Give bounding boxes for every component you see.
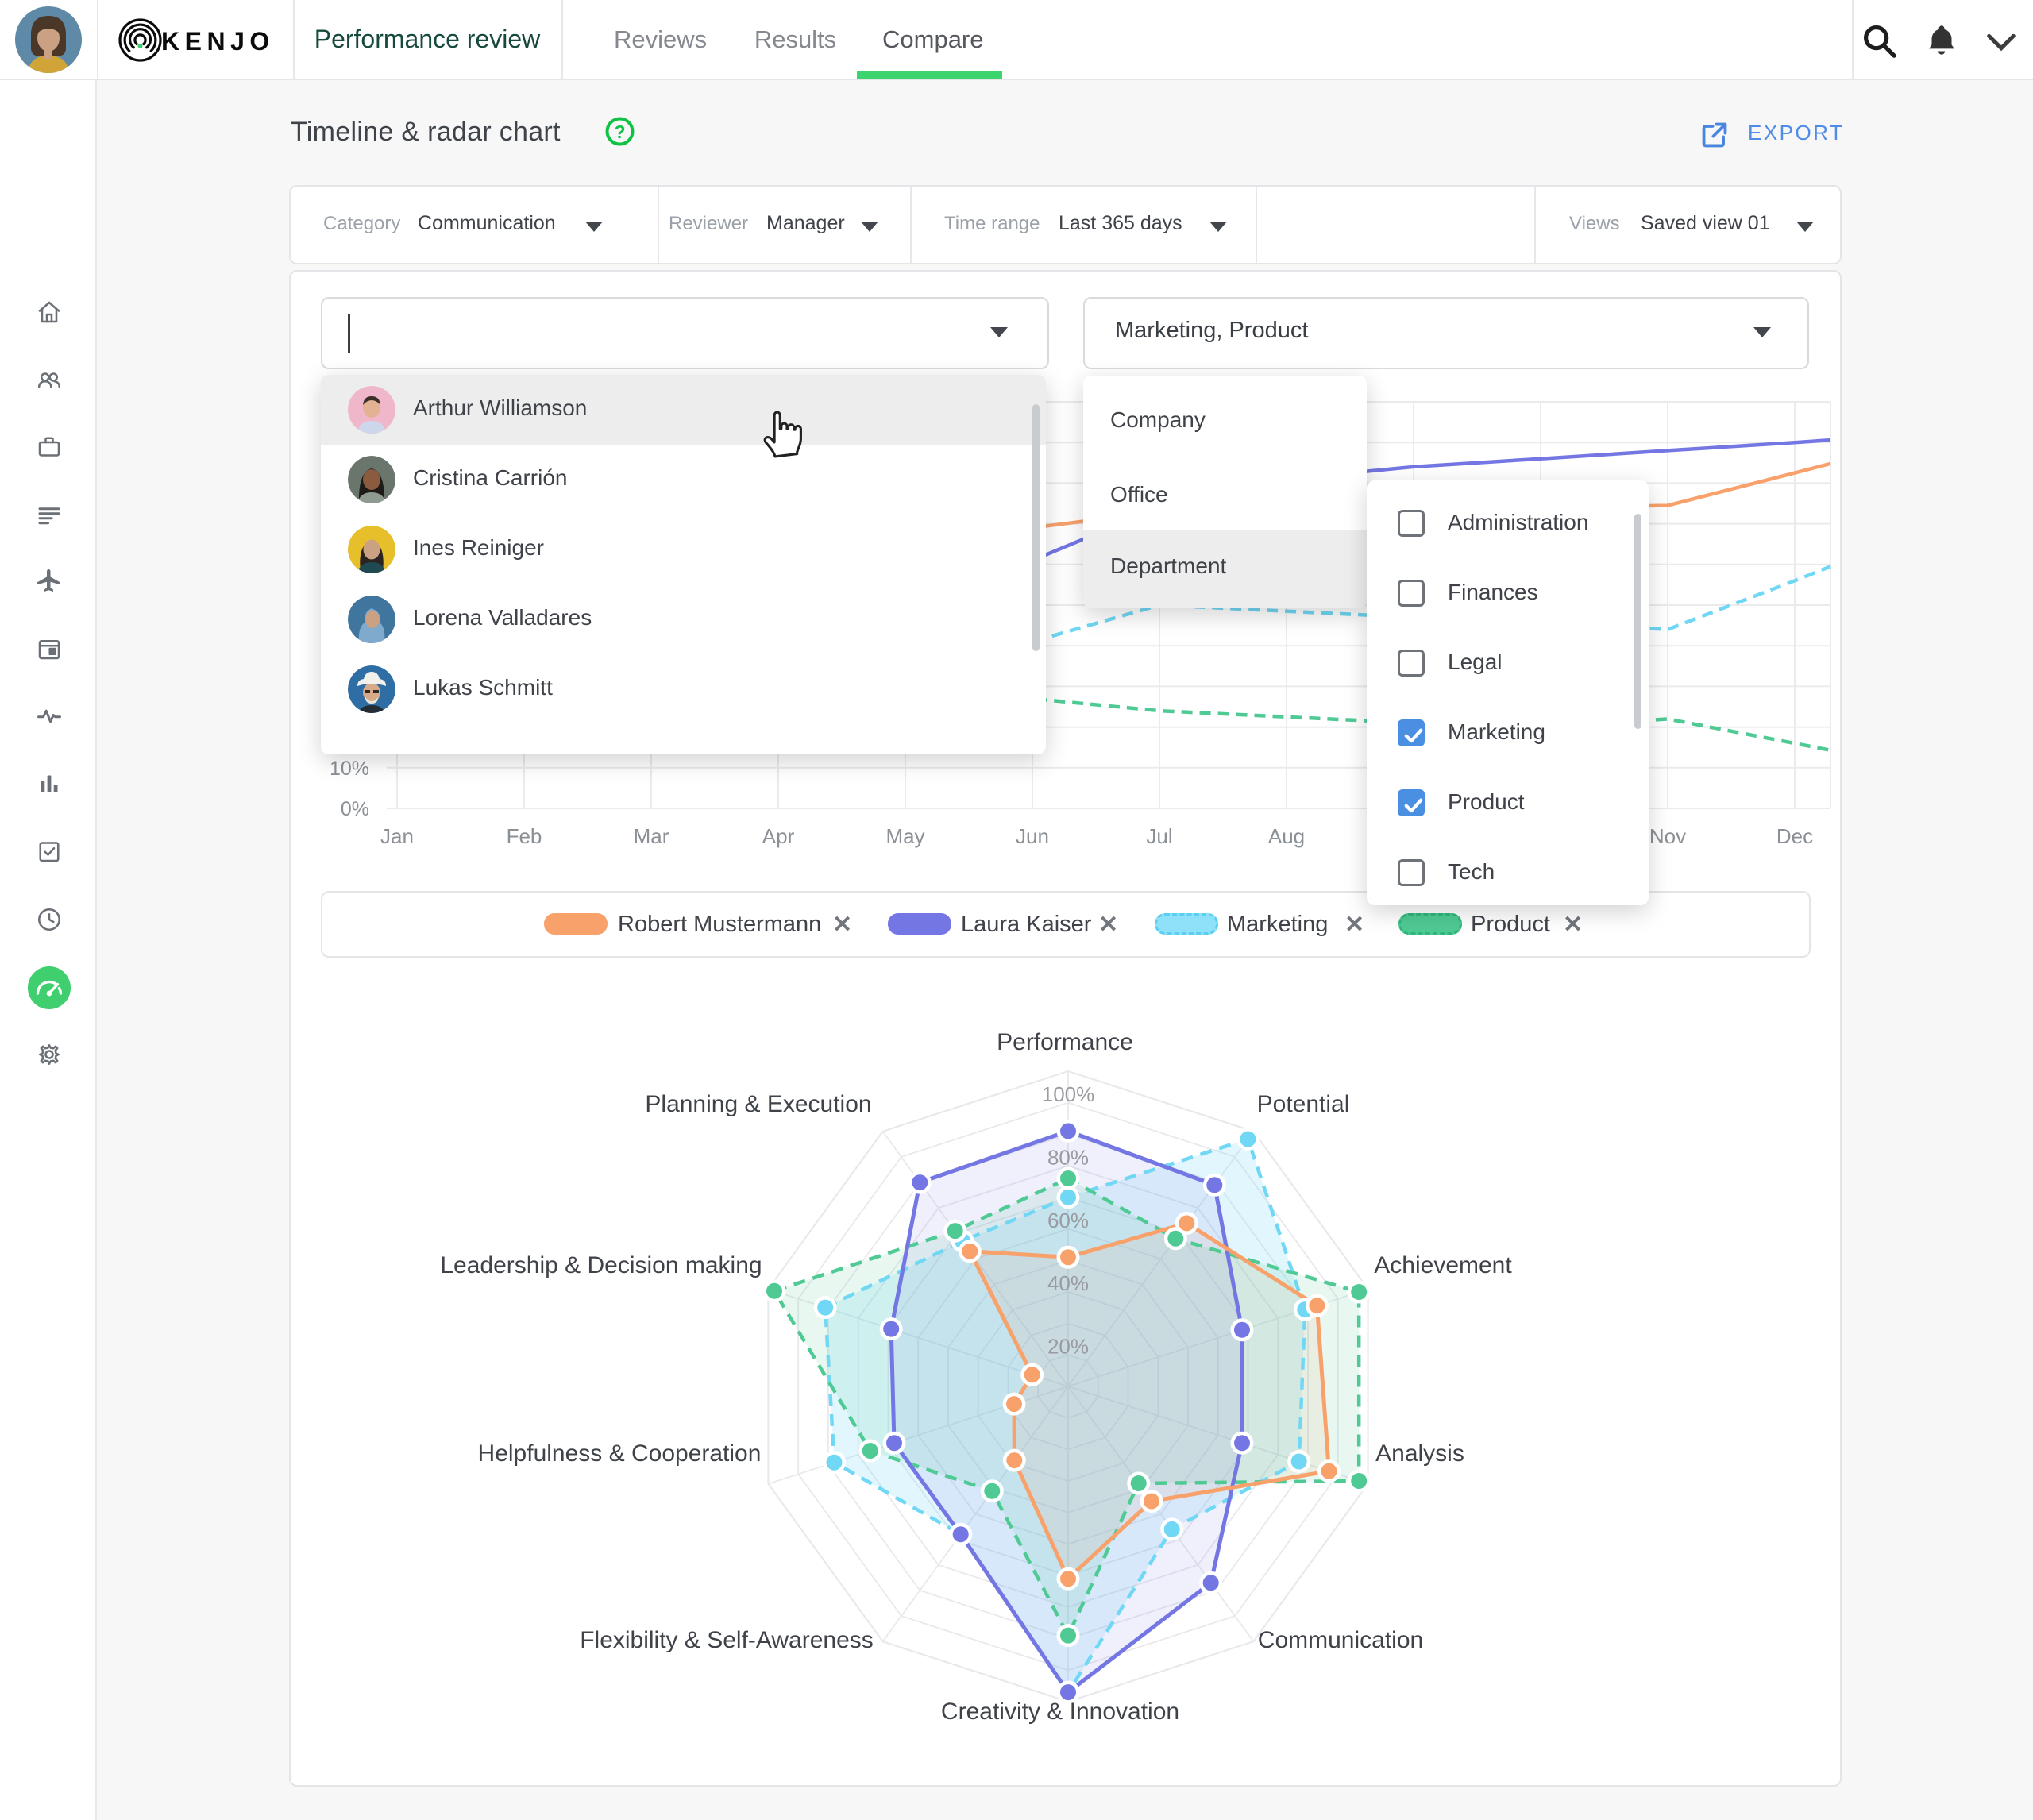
svg-text:Creativity & Innovation: Creativity & Innovation bbox=[941, 1699, 1179, 1725]
svg-text:Performance: Performance bbox=[997, 1029, 1133, 1055]
svg-text:80%: 80% bbox=[1047, 1145, 1089, 1169]
svg-text:Communication: Communication bbox=[1258, 1627, 1423, 1653]
svg-text:Jul: Jul bbox=[1146, 824, 1172, 848]
svg-text:100%: 100% bbox=[1042, 1082, 1095, 1106]
svg-text:20%: 20% bbox=[1047, 1335, 1089, 1359]
svg-text:40%: 40% bbox=[1047, 1271, 1089, 1295]
svg-text:Achievement: Achievement bbox=[1374, 1252, 1512, 1278]
svg-text:Leadership & Decision making: Leadership & Decision making bbox=[440, 1252, 762, 1278]
svg-text:Jan: Jan bbox=[380, 824, 414, 848]
svg-text:10%: 10% bbox=[330, 758, 369, 780]
svg-text:Aug: Aug bbox=[1268, 824, 1305, 848]
svg-text:Nov: Nov bbox=[1649, 824, 1686, 848]
svg-text:Potential: Potential bbox=[1257, 1091, 1350, 1117]
svg-text:Analysis: Analysis bbox=[1375, 1440, 1464, 1467]
svg-text:Feb: Feb bbox=[507, 824, 542, 848]
svg-text:May: May bbox=[885, 824, 924, 848]
svg-text:Dec: Dec bbox=[1776, 824, 1813, 848]
svg-text:Planning & Execution: Planning & Execution bbox=[645, 1091, 871, 1117]
svg-text:60%: 60% bbox=[1047, 1209, 1089, 1232]
svg-text:Mar: Mar bbox=[634, 824, 669, 848]
svg-text:Flexibility & Self-Awareness: Flexibility & Self-Awareness bbox=[580, 1627, 874, 1653]
svg-text:Jun: Jun bbox=[1016, 824, 1049, 848]
svg-text:0%: 0% bbox=[341, 798, 369, 820]
svg-text:Helpfulness & Cooperation: Helpfulness & Cooperation bbox=[478, 1440, 762, 1467]
svg-text:Apr: Apr bbox=[762, 824, 795, 848]
